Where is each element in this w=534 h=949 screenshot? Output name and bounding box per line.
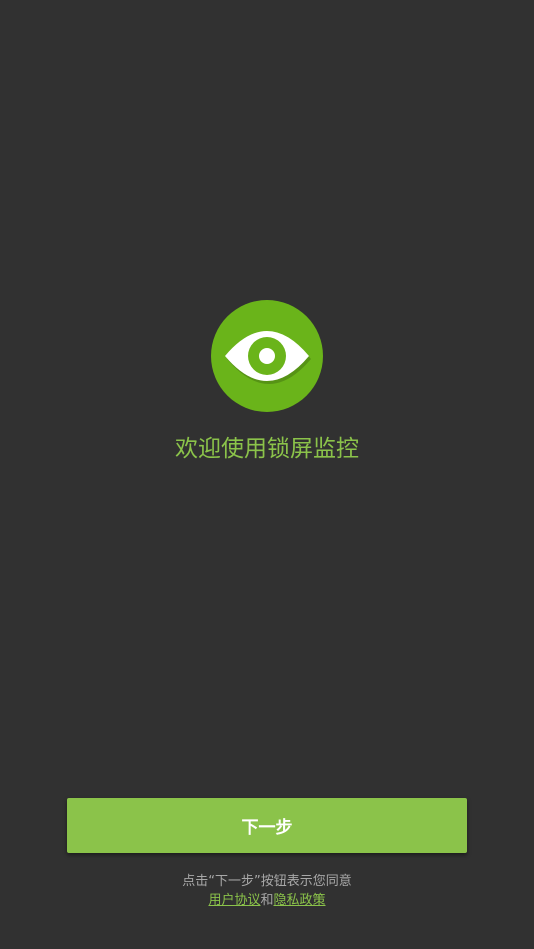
eye-icon <box>225 331 311 384</box>
consent-footer: 点击“下一步”按钮表示您同意 用户协议和隐私政策 <box>0 872 534 910</box>
consent-text: 点击“下一步”按钮表示您同意 <box>182 874 352 889</box>
welcome-title: 欢迎使用锁屏监控 <box>175 436 359 462</box>
next-button[interactable]: 下一步 <box>67 798 467 853</box>
privacy-policy-link[interactable]: 隐私政策 <box>274 893 326 908</box>
app-logo <box>211 300 323 412</box>
consent-conjunction: 和 <box>260 893 274 908</box>
consent-links: 用户协议和隐私政策 <box>0 891 534 910</box>
user-agreement-link[interactable]: 用户协议 <box>208 893 260 908</box>
